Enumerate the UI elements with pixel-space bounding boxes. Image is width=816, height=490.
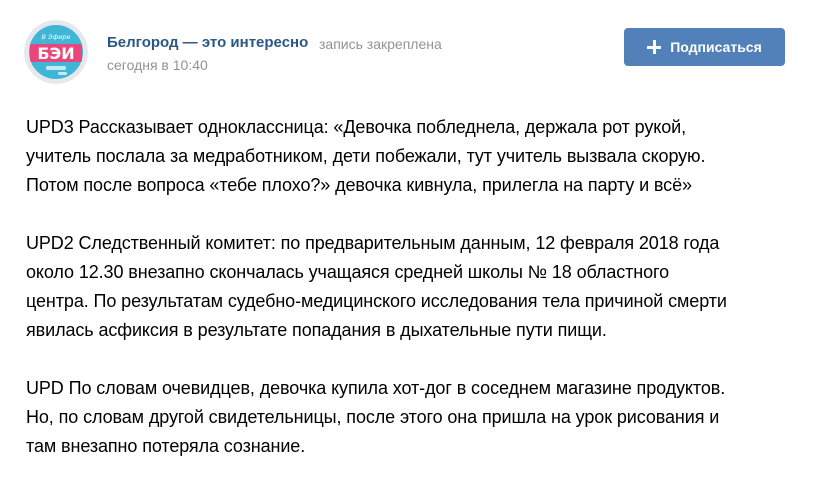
text-line: явилась асфиксия в результате попадания … bbox=[26, 320, 607, 340]
post-timestamp[interactable]: сегодня в 10:40 bbox=[107, 57, 208, 73]
text-line: центра. По результатам судебно-медицинск… bbox=[26, 291, 727, 311]
text-line: Но, по словам другой свидетельницы, посл… bbox=[26, 407, 720, 427]
post-paragraph-upd2: UPD2 Следственный комитет: по предварите… bbox=[26, 229, 796, 345]
post-text: UPD3 Рассказывает одноклассница: «Девочк… bbox=[26, 113, 796, 490]
subscribe-button-label: Подписаться bbox=[670, 39, 762, 55]
text-line: Потом после вопроса «тебе плохо?» девочк… bbox=[26, 175, 692, 195]
text-line: UPD По словам очевидцев, девочка купила … bbox=[26, 378, 726, 398]
text-line: учитель послала за медработником, дети п… bbox=[26, 146, 706, 166]
text-line: UPD3 Рассказывает одноклассница: «Девочк… bbox=[26, 117, 687, 137]
community-avatar[interactable]: В Эфире БЭИ bbox=[24, 20, 88, 84]
community-name-link[interactable]: Белгород — это интересно bbox=[107, 34, 308, 51]
text-line: UPD2 Следственный комитет: по предварите… bbox=[26, 233, 720, 253]
post-paragraph-upd3: UPD3 Рассказывает одноклассница: «Девочк… bbox=[26, 113, 796, 200]
text-line: около 12.30 внезапно скончалась учащаяся… bbox=[26, 262, 670, 282]
avatar-logo-text: БЭИ bbox=[37, 44, 74, 63]
subscribe-button[interactable]: Подписаться bbox=[624, 28, 785, 66]
plus-icon bbox=[647, 40, 662, 54]
text-line: там внезапно потеряла сознание. bbox=[26, 436, 306, 456]
post-paragraph-upd: UPD По словам очевидцев, девочка купила … bbox=[26, 374, 796, 461]
post-header: В Эфире БЭИ Белгород — это интересно зап… bbox=[0, 0, 816, 100]
community-logo-icon: В Эфире БЭИ bbox=[24, 20, 88, 84]
pinned-label: запись закреплена bbox=[319, 36, 442, 52]
avatar-top-text: В Эфире bbox=[42, 33, 71, 41]
